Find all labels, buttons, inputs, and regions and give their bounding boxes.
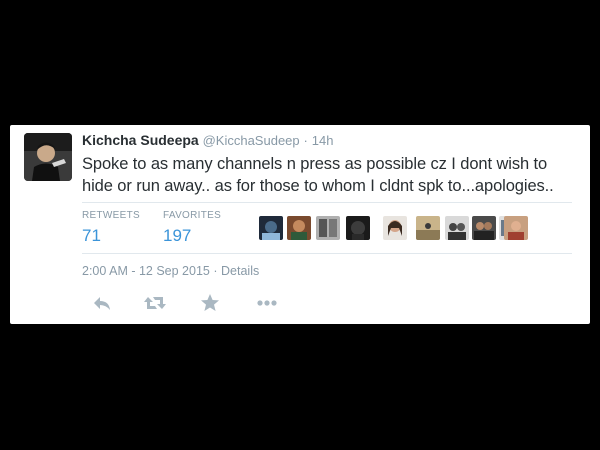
retweets-stat[interactable]: RETWEETS 71: [82, 210, 140, 247]
avatar[interactable]: [24, 133, 72, 181]
favoriter-avatar[interactable]: [287, 216, 311, 240]
favorites-stat[interactable]: FAVORITES 197: [163, 210, 221, 247]
tweet-time-ago[interactable]: 14h: [312, 133, 334, 148]
favoriter-avatar[interactable]: [472, 216, 496, 240]
favorites-label: FAVORITES: [163, 210, 222, 221]
reply-icon[interactable]: [92, 293, 114, 313]
favoriter-avatar[interactable]: [416, 216, 440, 240]
header-separator: ·: [303, 133, 308, 148]
favoriter-avatar[interactable]: [383, 216, 407, 240]
tweet-timestamp: 2:00 AM - 12 Sep 2015: [82, 264, 210, 278]
favoriter-avatar[interactable]: [504, 216, 528, 240]
author-name[interactable]: Kichcha Sudeepa: [82, 132, 199, 148]
favoriter-avatar[interactable]: [259, 216, 283, 240]
retweets-count: 71: [82, 226, 101, 245]
tweet-header: Kichcha Sudeepa @KicchaSudeep · 14h: [82, 131, 333, 150]
tweet-card: Kichcha Sudeepa @KicchaSudeep · 14h Spok…: [10, 125, 590, 324]
favorite-icon[interactable]: [200, 293, 222, 313]
tweet-text: Spoke to as many channels n press as pos…: [82, 155, 554, 195]
retweet-icon[interactable]: [144, 293, 166, 313]
details-link[interactable]: Details: [221, 264, 259, 278]
tweet-metadata: 2:00 AM - 12 Sep 2015 · Details: [82, 264, 259, 278]
stats-top-divider: [82, 202, 572, 203]
metadata-separator: ·: [213, 264, 218, 278]
favoriter-avatar[interactable]: [316, 216, 340, 240]
favoriter-avatar[interactable]: [346, 216, 370, 240]
favorites-count: 197: [163, 226, 192, 245]
retweets-label: RETWEETS: [82, 210, 140, 221]
author-handle[interactable]: @KicchaSudeep: [203, 133, 300, 148]
stats-bottom-divider: [82, 253, 572, 254]
favoriter-avatar[interactable]: [445, 216, 469, 240]
more-icon[interactable]: [256, 293, 278, 313]
